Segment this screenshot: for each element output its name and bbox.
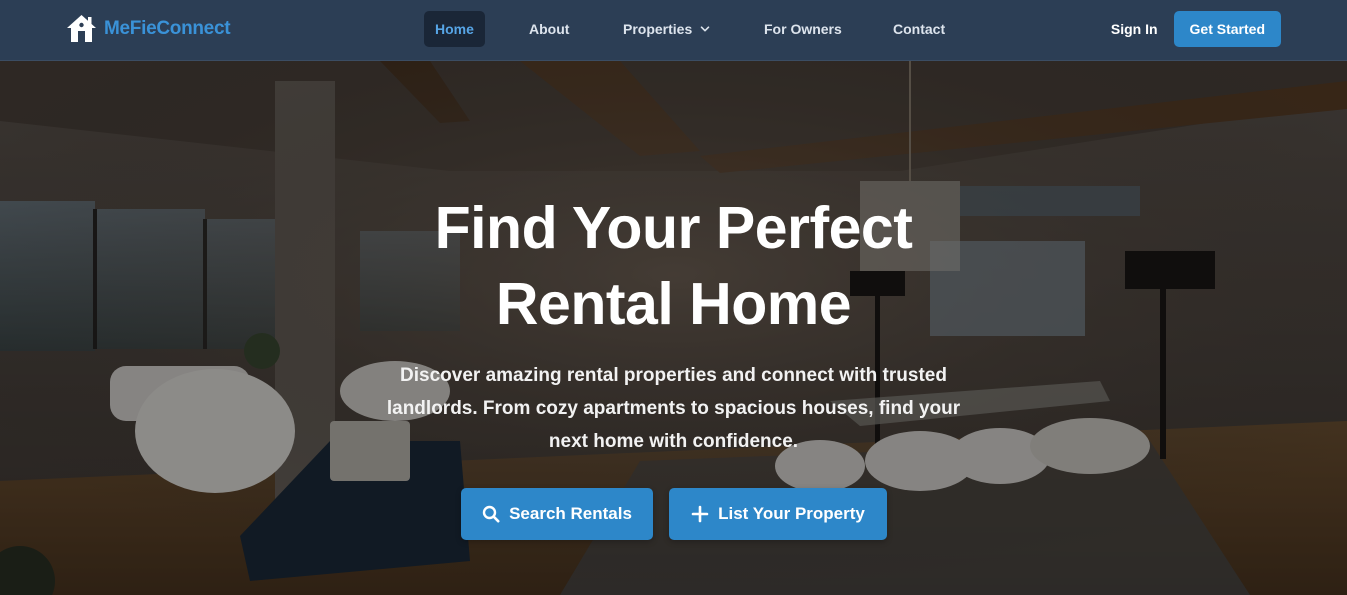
sign-in-link[interactable]: Sign In [1111,11,1158,47]
nav-contact-label: Contact [893,21,946,37]
nav-for-owners-label: For Owners [764,21,842,37]
list-property-button[interactable]: List Your Property [669,488,887,540]
hero-title-line: Rental Home [495,271,852,337]
house-icon [67,15,96,42]
nav-contact[interactable]: Contact [882,11,956,47]
hero-title: Find Your Perfect Rental Home [300,190,1047,342]
brand-logo[interactable]: MeFieConnect [66,14,231,43]
nav-properties-label: Properties [623,21,693,37]
nav-about-label: About [529,21,570,37]
search-icon [482,505,500,523]
nav-actions: Sign In Get Started [1111,11,1281,47]
chevron-down-icon [700,26,710,32]
top-navbar: MeFieConnect Home About Properties For O… [0,0,1347,61]
hero-title-line: Find Your Perfect [434,195,913,261]
hero-subtitle-line: next home with confidence. [548,431,799,452]
nav-about[interactable]: About [518,11,580,47]
hero-subtitle-line: landlords. From cozy apartments to spaci… [386,398,961,419]
search-rentals-button[interactable]: Search Rentals [461,488,653,540]
nav-home-label: Home [435,21,474,37]
plus-icon [691,505,709,523]
hero-section: Find Your Perfect Rental Home Discover a… [0,61,1347,595]
brand-name: MeFieConnect [104,17,231,39]
nav-properties[interactable]: Properties [612,11,721,47]
hero-content: Find Your Perfect Rental Home Discover a… [0,61,1347,595]
search-rentals-label: Search Rentals [509,504,632,523]
list-property-label: List Your Property [718,504,865,523]
hero-subtitle: Discover amazing rental properties and c… [380,359,967,458]
nav-home[interactable]: Home [424,11,485,47]
hero-subtitle-line: Discover amazing rental properties and c… [400,365,947,386]
get-started-button[interactable]: Get Started [1173,11,1281,47]
nav-for-owners[interactable]: For Owners [753,11,853,47]
